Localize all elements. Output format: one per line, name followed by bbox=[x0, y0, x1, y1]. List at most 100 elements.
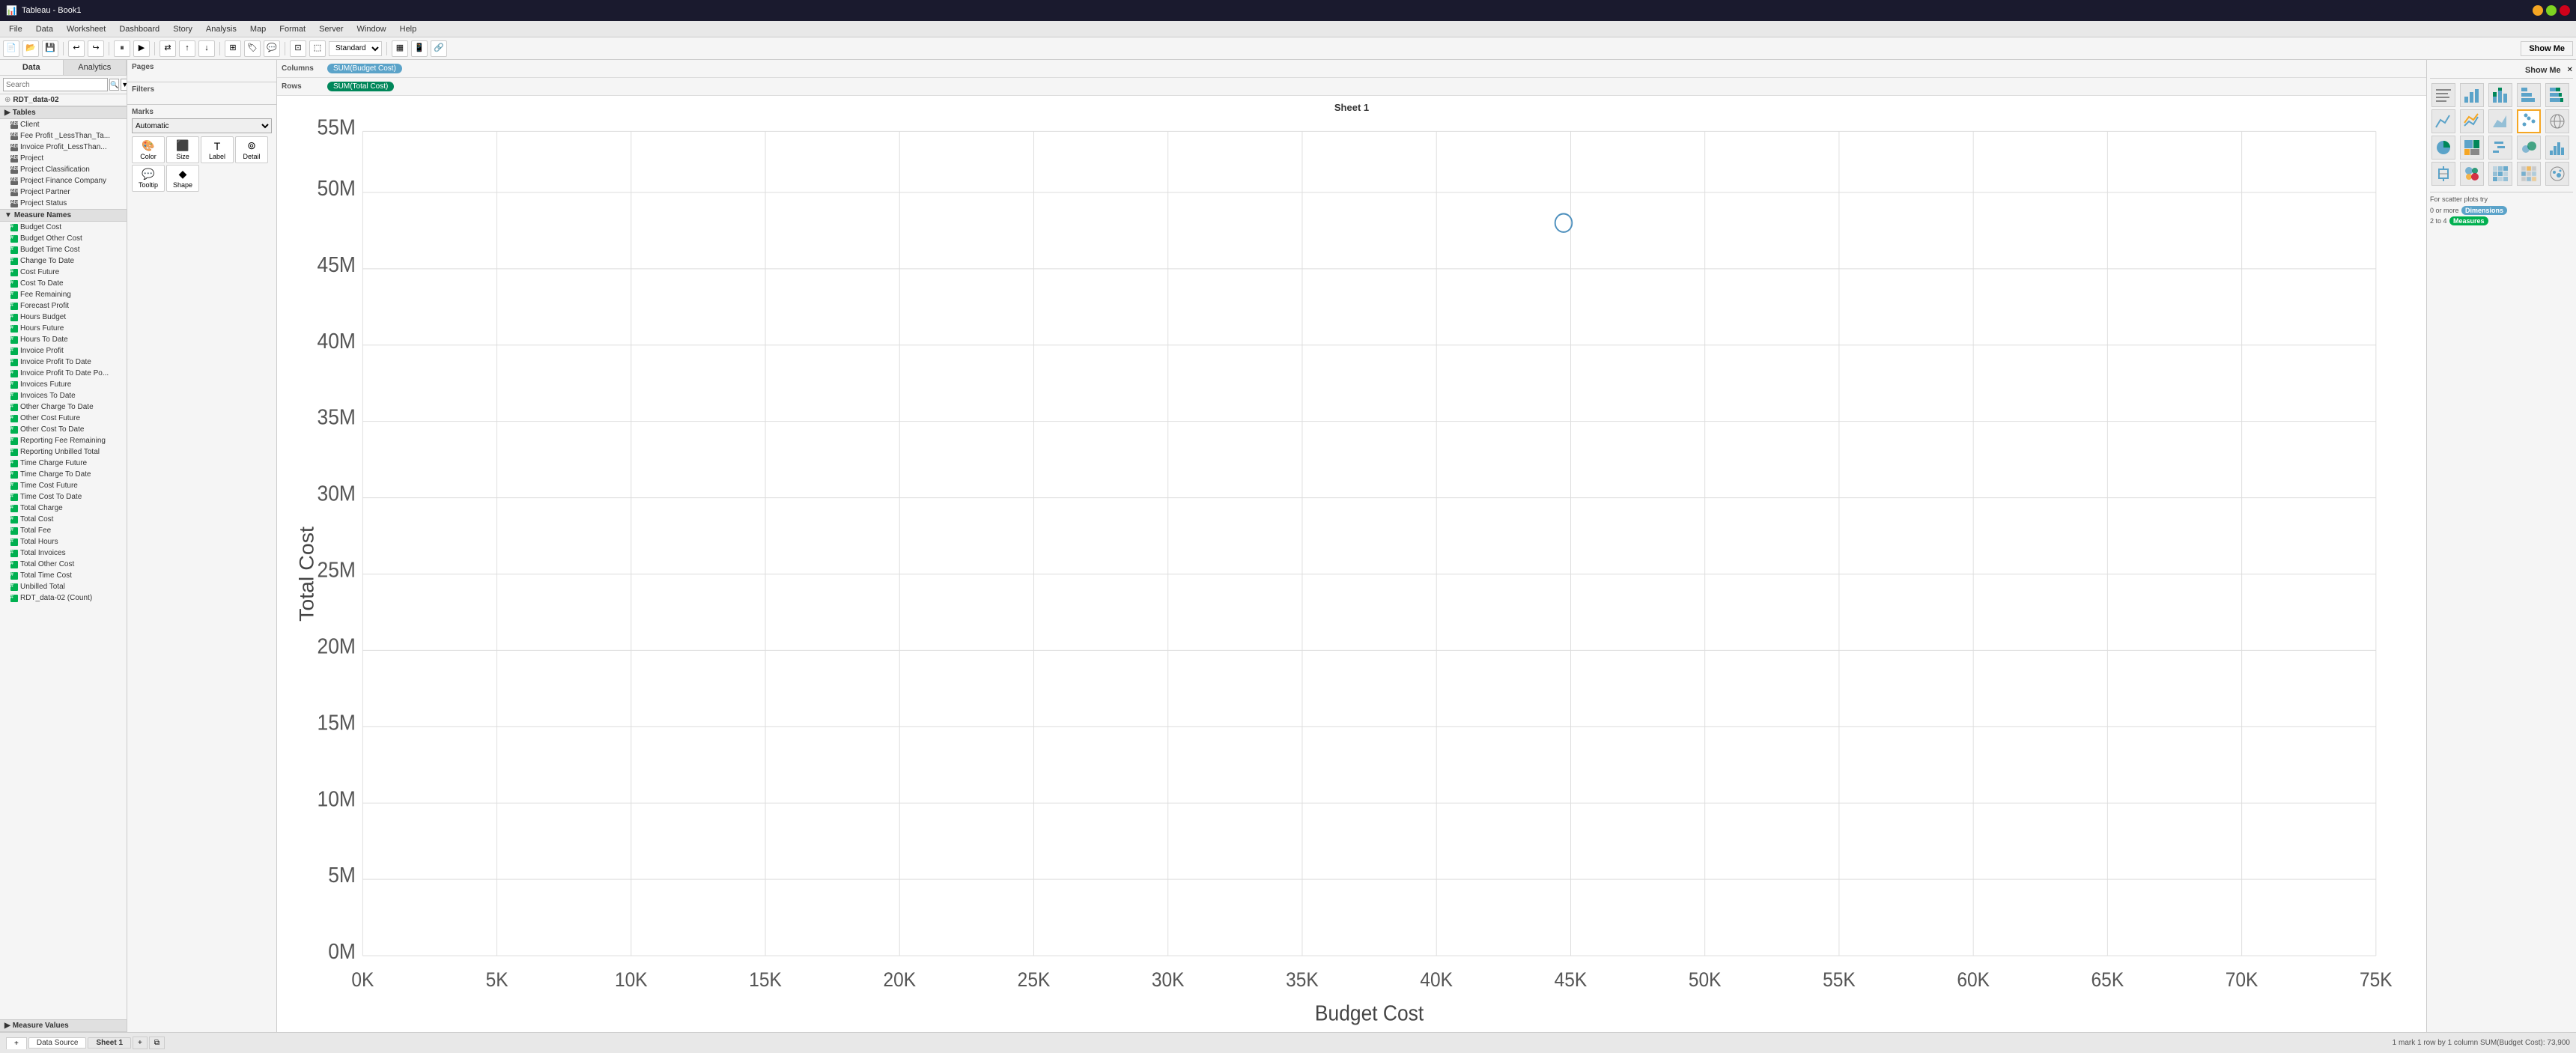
list-item[interactable]: #Cost Future bbox=[0, 267, 127, 278]
columns-pill[interactable]: SUM(Budget Cost) bbox=[327, 64, 402, 73]
sort-desc-button[interactable]: ↓ bbox=[198, 40, 215, 57]
chart-type-packed-bubbles[interactable] bbox=[2460, 162, 2484, 186]
chart-type-stacked-bar-h[interactable] bbox=[2545, 83, 2569, 107]
add-datasource-button[interactable]: + bbox=[6, 1037, 27, 1049]
list-item[interactable]: AbcProject Partner bbox=[0, 186, 127, 198]
chart-type-heat-map[interactable] bbox=[2488, 162, 2512, 186]
show-me-close-button[interactable]: ✕ bbox=[2567, 66, 2573, 74]
add-sheet-button[interactable]: + bbox=[133, 1037, 148, 1049]
label-button[interactable]: 🏷 bbox=[244, 40, 261, 57]
group-button[interactable]: ⊞ bbox=[225, 40, 241, 57]
minimize-button[interactable] bbox=[2533, 5, 2543, 16]
list-item[interactable]: #Time Cost To Date bbox=[0, 491, 127, 503]
menu-story[interactable]: Story bbox=[167, 23, 198, 35]
chart-type-histogram[interactable] bbox=[2545, 136, 2569, 160]
pause-button[interactable]: ⏸ bbox=[114, 40, 130, 57]
rows-pill[interactable]: SUM(Total Cost) bbox=[327, 82, 394, 91]
list-item[interactable]: #Budget Other Cost bbox=[0, 233, 127, 244]
tables-section-header[interactable]: ▶ Tables bbox=[0, 106, 127, 119]
list-item[interactable]: #Reporting Fee Remaining bbox=[0, 435, 127, 446]
new-button[interactable]: 📄 bbox=[3, 40, 19, 57]
list-item[interactable]: #Budget Time Cost bbox=[0, 244, 127, 255]
list-item[interactable]: #Other Cost To Date bbox=[0, 424, 127, 435]
window-controls[interactable] bbox=[2533, 5, 2570, 16]
menu-dashboard[interactable]: Dashboard bbox=[113, 23, 165, 35]
list-item[interactable]: #Invoices To Date bbox=[0, 390, 127, 401]
marks-tooltip-button[interactable]: 💬 Tooltip bbox=[132, 165, 165, 192]
menu-analysis[interactable]: Analysis bbox=[200, 23, 243, 35]
chart-type-text[interactable] bbox=[2431, 83, 2455, 107]
marks-shape-button[interactable]: ◆ Shape bbox=[166, 165, 199, 192]
list-item[interactable]: AbcProject bbox=[0, 153, 127, 164]
list-item[interactable]: #Cost To Date bbox=[0, 278, 127, 289]
list-item[interactable]: #Time Charge Future bbox=[0, 458, 127, 469]
list-item[interactable]: AbcProject Finance Company bbox=[0, 175, 127, 186]
list-item[interactable]: #Total Other Cost bbox=[0, 559, 127, 570]
list-item[interactable]: #Unbilled Total bbox=[0, 581, 127, 592]
list-item[interactable]: #Total Cost bbox=[0, 514, 127, 525]
marks-color-button[interactable]: 🎨 Color bbox=[132, 136, 165, 163]
chart-type-stacked-bar[interactable] bbox=[2488, 83, 2512, 107]
list-item[interactable]: #Time Cost Future bbox=[0, 480, 127, 491]
run-button[interactable]: ▶ bbox=[133, 40, 150, 57]
chart-type-map[interactable] bbox=[2545, 109, 2569, 133]
redo-button[interactable]: ↪ bbox=[88, 40, 104, 57]
menu-file[interactable]: File bbox=[3, 23, 28, 35]
save-button[interactable]: 💾 bbox=[42, 40, 58, 57]
list-item[interactable]: AbcFee Profit _LessThan_Ta... bbox=[0, 130, 127, 142]
list-item[interactable]: #Total Invoices bbox=[0, 547, 127, 559]
chart-type-symbol-map[interactable] bbox=[2545, 162, 2569, 186]
measure-names-section-header[interactable]: ▼ Measure Names bbox=[0, 209, 127, 222]
list-item[interactable]: #Invoice Profit To Date Po... bbox=[0, 368, 127, 379]
chart-type-treemap[interactable] bbox=[2460, 136, 2484, 160]
swap-button[interactable]: ⇄ bbox=[160, 40, 176, 57]
device-button[interactable]: 📱 bbox=[411, 40, 428, 57]
list-item[interactable]: #Other Charge To Date bbox=[0, 401, 127, 413]
menu-window[interactable]: Window bbox=[351, 23, 392, 35]
view-dropdown[interactable]: Standard bbox=[329, 41, 382, 56]
search-button[interactable]: 🔍 bbox=[109, 79, 119, 91]
list-item[interactable]: #Budget Cost bbox=[0, 222, 127, 233]
list-item[interactable]: #Invoice Profit bbox=[0, 345, 127, 356]
chart-type-bar[interactable] bbox=[2460, 83, 2484, 107]
list-item[interactable]: AbcInvoice Profit_LessThan... bbox=[0, 142, 127, 153]
chart-type-highlight-table[interactable] bbox=[2517, 162, 2541, 186]
marks-size-button[interactable]: ⬛ Size bbox=[166, 136, 199, 163]
menu-server[interactable]: Server bbox=[313, 23, 349, 35]
sort-asc-button[interactable]: ↑ bbox=[179, 40, 195, 57]
tab-data-source[interactable]: Data Source bbox=[28, 1037, 87, 1049]
list-item[interactable]: #Time Charge To Date bbox=[0, 469, 127, 480]
list-item[interactable]: AbcClient bbox=[0, 119, 127, 130]
chart-type-area[interactable] bbox=[2488, 109, 2512, 133]
share-button[interactable]: 🔗 bbox=[431, 40, 447, 57]
list-item[interactable]: #Hours Future bbox=[0, 323, 127, 334]
list-item[interactable]: AbcProject Classification bbox=[0, 164, 127, 175]
measure-values-section-header[interactable]: ▶ Measure Values bbox=[0, 1019, 127, 1032]
tab-analytics[interactable]: Analytics bbox=[64, 60, 127, 75]
fix-axes-button[interactable]: ⊡ bbox=[290, 40, 306, 57]
list-item[interactable]: #Forecast Profit bbox=[0, 300, 127, 312]
marks-label-button[interactable]: T Label bbox=[201, 136, 234, 163]
chart-type-bubble[interactable] bbox=[2517, 136, 2541, 160]
list-item[interactable]: #Hours Budget bbox=[0, 312, 127, 323]
list-item[interactable]: #Change To Date bbox=[0, 255, 127, 267]
list-item[interactable]: #Invoices Future bbox=[0, 379, 127, 390]
marks-detail-button[interactable]: ⊚ Detail bbox=[235, 136, 268, 163]
list-item[interactable]: #Total Hours bbox=[0, 536, 127, 547]
close-button[interactable] bbox=[2560, 5, 2570, 16]
list-item[interactable]: #Other Cost Future bbox=[0, 413, 127, 424]
chart-type-bar-h[interactable] bbox=[2517, 83, 2541, 107]
list-item[interactable]: AbcProject Status bbox=[0, 198, 127, 209]
chart-type-gantt[interactable] bbox=[2488, 136, 2512, 160]
menu-help[interactable]: Help bbox=[394, 23, 423, 35]
search-filter-button[interactable]: ▼ bbox=[121, 79, 127, 91]
menu-format[interactable]: Format bbox=[273, 23, 312, 35]
tab-sheet1[interactable]: Sheet 1 bbox=[88, 1037, 131, 1049]
fit-button[interactable]: ⬚ bbox=[309, 40, 326, 57]
show-me-button[interactable]: Show Me bbox=[2521, 41, 2573, 56]
list-item[interactable]: #Invoice Profit To Date bbox=[0, 356, 127, 368]
list-item[interactable]: #Total Fee bbox=[0, 525, 127, 536]
maximize-button[interactable] bbox=[2546, 5, 2557, 16]
chart-type-dual-line[interactable] bbox=[2460, 109, 2484, 133]
data-point[interactable] bbox=[1555, 213, 1573, 231]
